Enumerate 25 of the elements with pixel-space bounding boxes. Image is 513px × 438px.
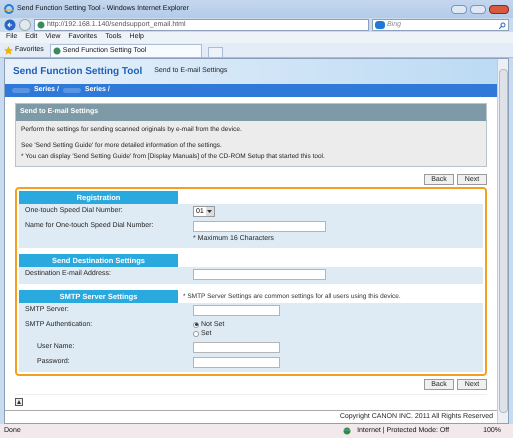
- page-icon: [52, 47, 61, 55]
- radio-button[interactable]: [193, 330, 199, 337]
- input-field[interactable]: [193, 220, 326, 232]
- input-field[interactable]: [193, 357, 280, 368]
- input-field[interactable]: [193, 305, 280, 316]
- page-title: Send Function Setting Tool: [13, 65, 142, 79]
- maximize-button[interactable]: [470, 4, 486, 14]
- input-field[interactable]: [193, 342, 280, 354]
- globe-icon: [343, 427, 352, 435]
- redacted-mark: [62, 88, 81, 93]
- scrollbar[interactable]: [497, 59, 508, 423]
- search-engine-icon: [375, 21, 385, 29]
- minimize-button[interactable]: [451, 4, 467, 14]
- input-field[interactable]: [193, 269, 326, 280]
- caret-icon: [207, 210, 212, 213]
- page-top-icon[interactable]: [15, 398, 23, 406]
- star-icon: [4, 46, 13, 55]
- redacted-mark: [12, 88, 30, 93]
- search-icon[interactable]: [499, 22, 506, 28]
- browser-icon: [4, 4, 14, 14]
- page-icon: [37, 21, 45, 29]
- close-button[interactable]: [489, 4, 509, 14]
- radio-button[interactable]: [193, 322, 199, 328]
- new-tab-button[interactable]: [208, 47, 223, 57]
- back-icon[interactable]: [4, 19, 16, 31]
